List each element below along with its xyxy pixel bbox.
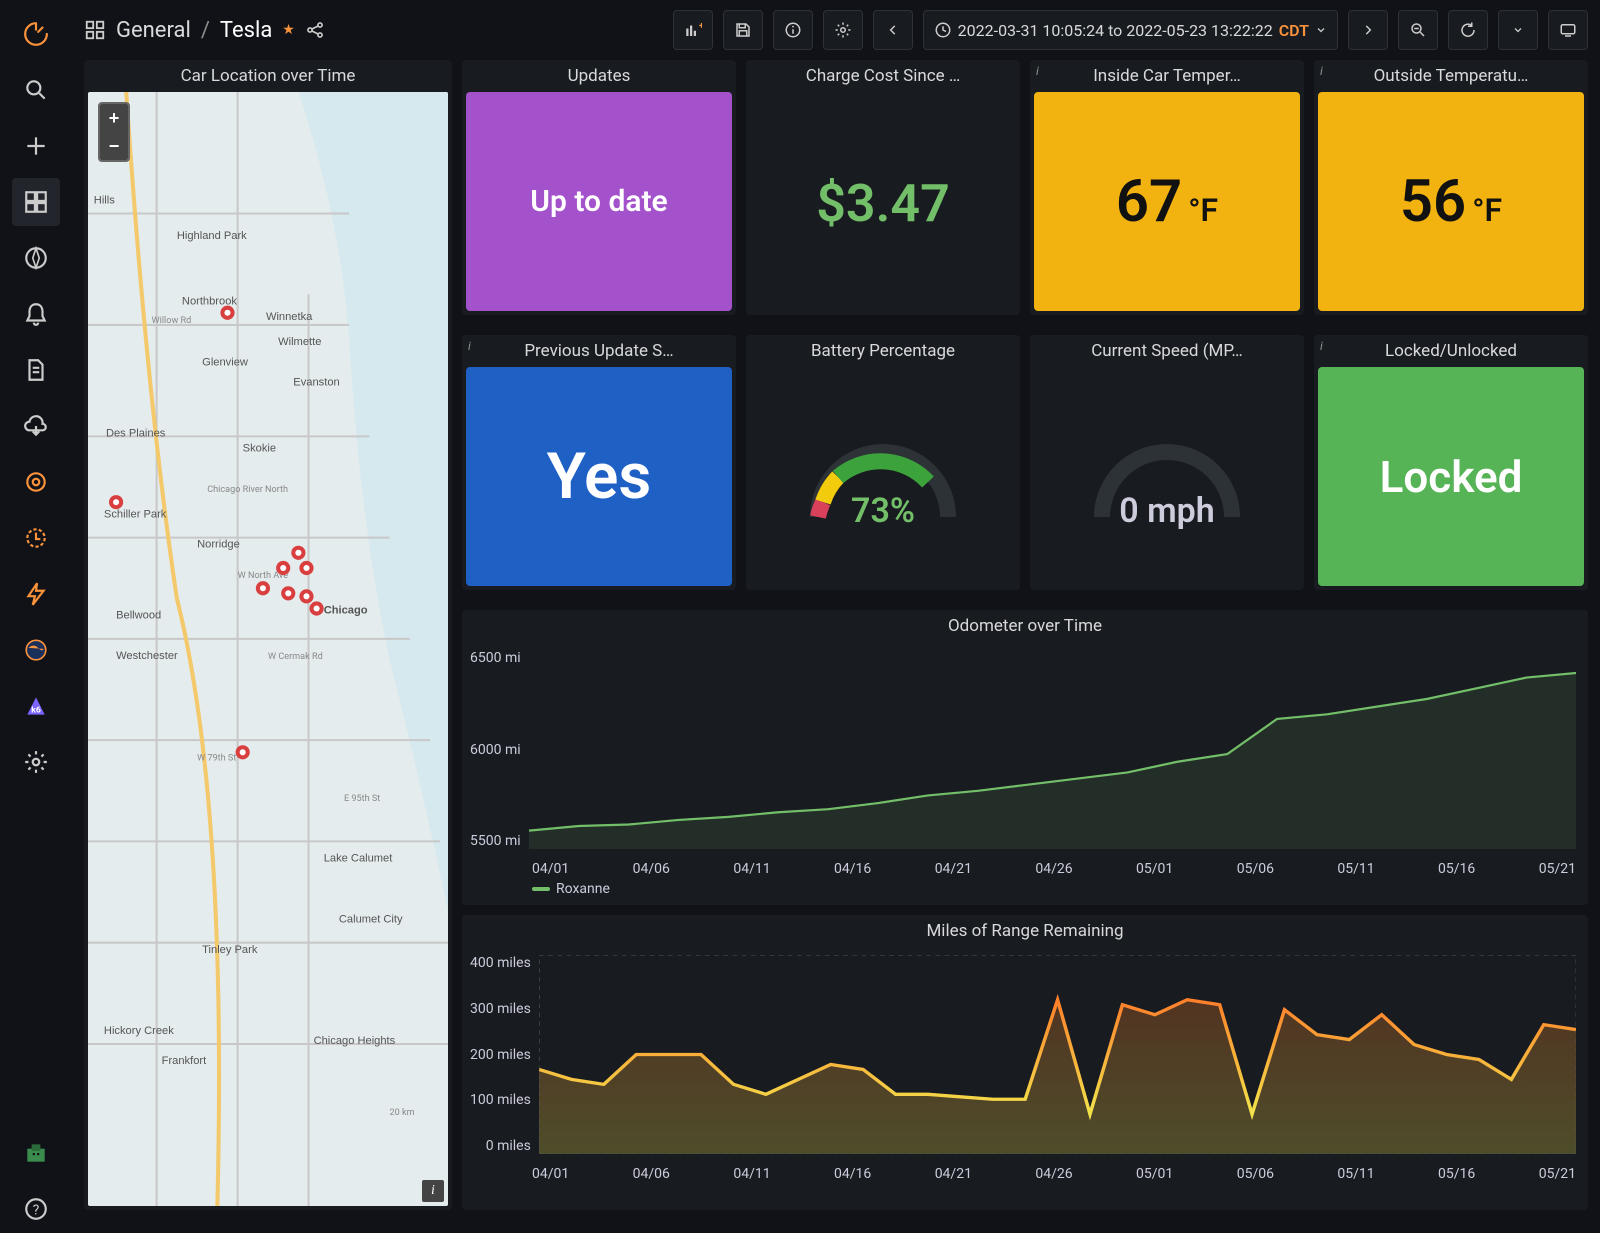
panel-speed[interactable]: Current Speed (MP… 0 mph	[1030, 335, 1304, 590]
cloud-icon[interactable]	[12, 402, 60, 450]
y-axis: 6500 mi6000 mi5500 mi	[470, 650, 529, 849]
svg-text:k6: k6	[31, 706, 41, 716]
share-icon[interactable]	[305, 20, 325, 40]
panel-prev-update[interactable]: i Previous Update S… Yes	[462, 335, 736, 590]
status-icon[interactable]	[12, 514, 60, 562]
info-icon[interactable]: i	[1036, 64, 1039, 78]
globe-icon[interactable]	[12, 626, 60, 674]
svg-text:Calumet City: Calumet City	[339, 913, 403, 925]
search-icon[interactable]	[12, 66, 60, 114]
k6-icon[interactable]: k6	[12, 682, 60, 730]
svg-text:E 95th St: E 95th St	[344, 794, 380, 804]
profile-icon[interactable]	[12, 1129, 60, 1177]
refresh-button[interactable]	[1448, 10, 1488, 50]
breadcrumb-folder[interactable]: General	[116, 18, 191, 43]
panel-locked[interactable]: i Locked/Unlocked Locked	[1314, 335, 1588, 590]
svg-text:Glenview: Glenview	[202, 356, 249, 368]
create-icon[interactable]	[12, 122, 60, 170]
x-axis: 04/0104/0604/1104/1604/2104/2605/0105/06…	[462, 857, 1588, 877]
dashboard-body: Car Location over Time + −	[72, 60, 1600, 1233]
time-back-button[interactable]	[873, 10, 913, 50]
time-range-picker[interactable]: 2022-03-31 10:05:24 to 2022-05-23 13:22:…	[923, 10, 1338, 50]
svg-text:Des Plaines: Des Plaines	[106, 427, 166, 439]
svg-text:Chicago River North: Chicago River North	[207, 485, 288, 495]
save-button[interactable]	[723, 10, 763, 50]
svg-text:Westchester: Westchester	[116, 650, 178, 662]
map-zoom-in[interactable]: +	[100, 104, 128, 132]
svg-text:Lake Calumet: Lake Calumet	[324, 853, 394, 865]
svg-text:20 km: 20 km	[390, 1108, 415, 1118]
svg-text:Hickory Creek: Hickory Creek	[104, 1025, 174, 1037]
svg-text:Highland Park: Highland Park	[177, 230, 247, 242]
svg-text:?: ?	[33, 1202, 40, 1218]
dashboards-icon[interactable]	[12, 178, 60, 226]
svg-text:Willow Rd: Willow Rd	[152, 316, 192, 326]
svg-text:Hills: Hills	[94, 194, 115, 206]
info-icon[interactable]: i	[1320, 339, 1323, 353]
panel-outside-temp[interactable]: i Outside Temperatu… 56°F	[1314, 60, 1588, 315]
info-button[interactable]	[773, 10, 813, 50]
panel-odometer[interactable]: Odometer over Time 6500 mi6000 mi5500 mi…	[462, 610, 1588, 905]
top-bar: General / Tesla ★ +	[72, 0, 1600, 60]
x-axis: 04/0104/0604/1104/1604/2104/2605/0105/06…	[462, 1162, 1588, 1182]
panel-updates[interactable]: Updates Up to date	[462, 60, 736, 315]
star-icon[interactable]: ★	[282, 22, 295, 38]
breadcrumb[interactable]: General / Tesla	[116, 18, 272, 43]
svg-text:Bellwood: Bellwood	[116, 610, 161, 622]
settings-icon[interactable]	[12, 738, 60, 786]
time-forward-button[interactable]	[1348, 10, 1388, 50]
info-icon[interactable]: i	[468, 339, 471, 353]
breadcrumb-title[interactable]: Tesla	[220, 18, 272, 43]
add-panel-button[interactable]: +	[673, 10, 713, 50]
svg-text:W 79th St: W 79th St	[197, 753, 236, 763]
panel-battery[interactable]: Battery Percentage 73%	[746, 335, 1020, 590]
map-zoom-out[interactable]: −	[100, 132, 128, 160]
help-icon[interactable]: ?	[12, 1185, 60, 1233]
documents-icon[interactable]	[12, 346, 60, 394]
panel-charge-cost[interactable]: Charge Cost Since … $3.47	[746, 60, 1020, 315]
svg-text:Schiller Park: Schiller Park	[104, 508, 167, 520]
map-viewport[interactable]: + −	[88, 92, 448, 1206]
svg-text:Skokie: Skokie	[243, 443, 276, 455]
svg-text:Evanston: Evanston	[293, 377, 339, 389]
explore-icon[interactable]	[12, 234, 60, 282]
refresh-interval-button[interactable]	[1498, 10, 1538, 50]
svg-text:Tinley Park: Tinley Park	[202, 944, 258, 956]
svg-text:+: +	[699, 22, 702, 32]
zoom-out-button[interactable]	[1398, 10, 1438, 50]
tv-mode-button[interactable]	[1548, 10, 1588, 50]
y-axis: 400 miles300 miles200 miles100 miles0 mi…	[470, 955, 539, 1154]
panel-car-location[interactable]: Car Location over Time + −	[84, 60, 452, 1210]
alerting-icon[interactable]	[12, 290, 60, 338]
apps-icon[interactable]	[12, 458, 60, 506]
dashboard-settings-button[interactable]	[823, 10, 863, 50]
side-nav: k6 ?	[0, 0, 72, 1233]
panel-inside-temp[interactable]: i Inside Car Temper… 67°F	[1030, 60, 1304, 315]
map-attribution[interactable]: i	[422, 1180, 444, 1202]
svg-text:Winnetka: Winnetka	[266, 311, 313, 323]
dashboard-list-icon[interactable]	[84, 19, 106, 41]
svg-text:Chicago: Chicago	[324, 605, 368, 617]
bolt-icon[interactable]	[12, 570, 60, 618]
svg-text:Chicago Heights: Chicago Heights	[314, 1035, 396, 1047]
svg-text:W Cermak Rd: W Cermak Rd	[268, 652, 323, 662]
panel-range[interactable]: Miles of Range Remaining 400 miles300 mi…	[462, 915, 1588, 1210]
svg-text:Wilmette: Wilmette	[278, 336, 321, 348]
svg-text:Norridge: Norridge	[197, 539, 240, 551]
chevron-down-icon	[1315, 24, 1327, 36]
info-icon[interactable]: i	[1320, 64, 1323, 78]
svg-text:Frankfort: Frankfort	[162, 1055, 207, 1067]
logo[interactable]	[12, 10, 60, 58]
